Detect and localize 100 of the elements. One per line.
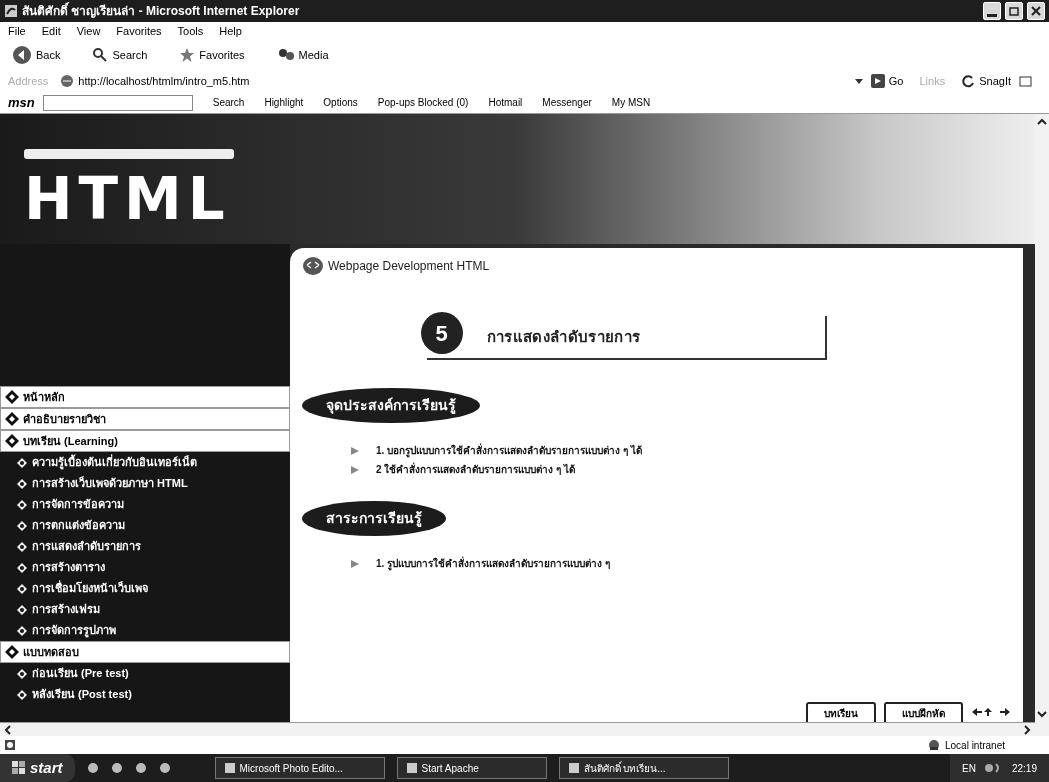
sidebar-item[interactable]: การตกแต่งข้อความ: [0, 515, 290, 536]
address-field[interactable]: http://localhost/htmlm/intro_m5.htm: [56, 72, 847, 90]
msn-toolbar-item[interactable]: Pop-ups Blocked (0): [377, 95, 469, 110]
scroll-left-icon[interactable]: [4, 724, 12, 735]
nav-tab-button[interactable]: แบบฝึกหัด: [884, 702, 963, 722]
language-indicator[interactable]: EN: [962, 760, 976, 776]
window-icon: [223, 762, 236, 774]
quick-launch-icon[interactable]: [86, 762, 99, 774]
pointer-icon: [350, 445, 360, 456]
star-icon: [179, 47, 196, 63]
sidebar-item[interactable]: การสร้างเว็บเพจด้วยภาษา HTML: [0, 473, 290, 494]
msn-toolbar-item[interactable]: Hotmail: [488, 95, 523, 110]
menu-item[interactable]: Help: [219, 22, 242, 40]
close-icon: [1031, 6, 1041, 16]
list-item-text: 1. รูปแบบการใช้คำสั่งการแสดงลำดับรายการแบบต่าง ๆ: [376, 556, 610, 571]
sidebar-item[interactable]: การสร้างเฟรม: [0, 599, 290, 620]
taskbar-button[interactable]: สันติศักดิ์ บทเรียน...: [558, 757, 729, 779]
bullet-icon: [16, 603, 28, 616]
page-icon: [60, 74, 75, 88]
bullet-icon: [16, 519, 28, 532]
favorites-button[interactable]: Favorites: [175, 46, 249, 64]
sidebar-item[interactable]: การสร้างตาราง: [0, 557, 290, 578]
bullet-icon: [16, 688, 28, 701]
windows-flag-icon: [12, 761, 26, 775]
bullet-icon: [16, 498, 28, 511]
sidebar-section[interactable]: แบบทดสอบ: [0, 641, 290, 663]
go-button[interactable]: Go: [870, 72, 904, 90]
msn-toolbar-item[interactable]: Messenger: [542, 95, 592, 110]
diamond-icon: [5, 434, 19, 448]
quick-launch-icon[interactable]: [134, 762, 147, 774]
sidebar-section[interactable]: บทเรียน (Learning): [0, 430, 290, 452]
msn-toolbar-item[interactable]: Highlight: [264, 95, 304, 110]
bullet-icon: [16, 667, 28, 680]
quick-launch-icon[interactable]: [158, 762, 171, 774]
swirl-icon: [961, 74, 976, 88]
minimize-button[interactable]: [983, 2, 1001, 20]
menu-item[interactable]: Favorites: [116, 22, 162, 40]
menu-item[interactable]: Tools: [177, 22, 204, 40]
pointer-icon: [350, 464, 360, 475]
chapter-number: 5: [420, 312, 463, 354]
maximize-icon: [1009, 6, 1019, 16]
clock: 22:19: [1011, 761, 1037, 776]
nav-tab-button[interactable]: บทเรียน: [806, 702, 876, 722]
quick-launch-icon[interactable]: [110, 762, 123, 774]
dropdown-arrow-icon[interactable]: [854, 77, 863, 85]
sidebar-item[interactable]: ความรู้เบื้องต้นเกี่ยวกับอินเทอร์เน็ต: [0, 452, 290, 473]
diamond-icon: [5, 645, 19, 659]
bullet-icon: [16, 561, 28, 574]
bullet-icon: [16, 477, 28, 490]
close-button[interactable]: [1027, 2, 1045, 20]
vertical-scrollbar[interactable]: [1035, 114, 1049, 736]
section-heading: สาระการเรียนรู้: [302, 501, 446, 536]
minimize-icon: [987, 14, 997, 17]
chapter-title: การแสดงลำดับรายการ: [486, 326, 641, 347]
security-zone: Local intranet: [944, 738, 1005, 753]
scroll-up-icon[interactable]: [1037, 118, 1047, 126]
sidebar-section[interactable]: คำอธิบายรายวิชา: [0, 408, 290, 430]
menu-item[interactable]: Edit: [41, 22, 61, 40]
menu-item[interactable]: View: [76, 22, 101, 40]
bullet-icon: [16, 624, 28, 637]
html-tag-icon: [302, 256, 324, 276]
msn-toolbar-item[interactable]: Search: [212, 95, 245, 110]
sidebar-item[interactable]: การแสดงลำดับรายการ: [0, 536, 290, 557]
taskbar-button[interactable]: Microsoft Photo Edito...: [214, 757, 385, 779]
sidebar-item[interactable]: หลังเรียน (Post test): [0, 684, 290, 705]
sidebar-item[interactable]: ก่อนเรียน (Pre test): [0, 663, 290, 684]
list-item-text: 1. บอกรูปแบบการใช้คำสั่งการแสดงลำดับรายการแบบต่าง ๆ ได้: [376, 443, 642, 458]
bullet-icon: [16, 582, 28, 595]
scroll-right-icon[interactable]: [1023, 724, 1031, 735]
sidebar-item[interactable]: การเชื่อมโยงหน้าเว็บเพจ: [0, 578, 290, 599]
msn-search-field[interactable]: [42, 94, 193, 111]
menu-item[interactable]: File: [8, 22, 26, 40]
msn-logo: msn: [8, 93, 35, 112]
snagit-button[interactable]: SnagIt: [961, 72, 1011, 90]
taskbar-button[interactable]: Start Apache: [396, 757, 547, 779]
diamond-icon: [5, 412, 19, 426]
media-icon: [276, 47, 295, 63]
section-heading: จุดประสงค์การเรียนรู้: [302, 388, 480, 423]
maximize-button[interactable]: [1005, 2, 1023, 20]
search-button[interactable]: Search: [88, 46, 152, 64]
page-status-icon: [4, 739, 16, 751]
navigation-arrows-icon[interactable]: [971, 707, 1011, 717]
list-item-text: 2 ใช้คำสั่งการแสดงลำดับรายการแบบต่าง ๆ ได้: [376, 462, 575, 477]
address-label: Address: [8, 73, 49, 89]
sidebar-item[interactable]: การจัดการข้อความ: [0, 494, 290, 515]
msn-toolbar-item[interactable]: Options: [323, 95, 358, 110]
msn-toolbar-item[interactable]: My MSN: [611, 95, 651, 110]
window-icon: [567, 762, 580, 774]
scroll-down-icon[interactable]: [1037, 710, 1047, 718]
search-icon: [92, 47, 109, 63]
media-button[interactable]: Media: [272, 46, 333, 64]
horizontal-scrollbar[interactable]: [0, 722, 1035, 736]
start-button[interactable]: start: [0, 754, 75, 782]
back-button[interactable]: Back: [8, 45, 65, 65]
sidebar-item[interactable]: การจัดการรูปภาพ: [0, 620, 290, 641]
sidebar-section[interactable]: หน้าหลัก: [0, 386, 290, 408]
pointer-icon: [350, 558, 360, 569]
banner-title: HTML: [24, 170, 232, 228]
bullet-icon: [16, 540, 28, 553]
bullet-icon: [16, 456, 28, 469]
